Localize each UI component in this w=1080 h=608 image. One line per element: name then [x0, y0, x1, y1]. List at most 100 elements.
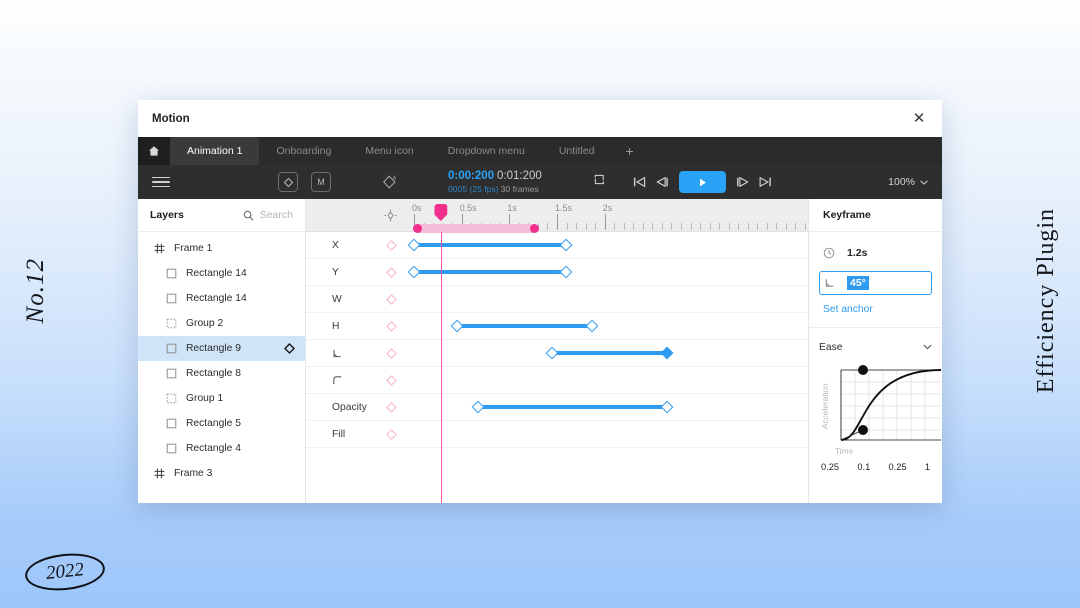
ease-header[interactable]: Ease: [819, 338, 932, 356]
ruler-minor-tick: [728, 223, 730, 230]
keyframe-track[interactable]: [414, 313, 808, 339]
add-keyframe-toggle[interactable]: [386, 293, 397, 305]
keyframe-marker[interactable]: [585, 319, 599, 333]
property-row[interactable]: W: [306, 286, 808, 313]
layer-row[interactable]: Frame 1: [138, 236, 305, 261]
tab-menu-icon[interactable]: Menu icon: [348, 137, 430, 165]
set-anchor-button[interactable]: Set anchor: [819, 304, 932, 315]
property-row[interactable]: Fill: [306, 421, 808, 448]
loop-icon[interactable]: [593, 173, 606, 191]
duration-value: 1.2s: [847, 247, 868, 259]
skip-to-end-icon[interactable]: [759, 176, 772, 188]
property-row[interactable]: [306, 340, 808, 367]
keyframe-track[interactable]: [407, 232, 808, 258]
keyframe-span-bar[interactable]: [477, 405, 667, 409]
tab-dropdown-menu[interactable]: Dropdown menu: [431, 137, 542, 165]
anchor-tag-icon[interactable]: A: [381, 174, 399, 190]
ruler-minor-tick: [585, 223, 587, 230]
play-icon[interactable]: [679, 171, 726, 193]
step-forward-icon[interactable]: [736, 176, 749, 188]
keyframe-track[interactable]: [414, 286, 808, 312]
ruler-track[interactable]: 0s 0.5s 1s 1.5s 2s: [412, 199, 808, 233]
keyframe-track[interactable]: [414, 394, 808, 420]
keyframe-marker[interactable]: [545, 346, 559, 360]
keyframe-marker[interactable]: [660, 346, 674, 360]
add-keyframe-toggle[interactable]: [386, 347, 397, 359]
keyframe-track[interactable]: [414, 367, 808, 393]
tab-onboarding[interactable]: Onboarding: [259, 137, 348, 165]
layer-row[interactable]: Rectangle 14: [138, 261, 305, 286]
keyframe-marker[interactable]: [559, 238, 573, 252]
search-placeholder: Search: [259, 209, 293, 221]
poster-plugin-name: Efficiency Plugin: [1033, 208, 1059, 394]
keyframe-marker[interactable]: [407, 265, 421, 279]
duration-row: 1.2s: [819, 242, 932, 264]
keyframe-span-bar[interactable]: [414, 243, 566, 247]
keyframe-span-bar[interactable]: [552, 351, 667, 355]
skip-to-start-icon[interactable]: [633, 176, 646, 188]
keyframe-marker[interactable]: [660, 400, 674, 414]
keyframe-marker[interactable]: [471, 400, 485, 414]
keyframe-track[interactable]: [414, 421, 808, 447]
search-input[interactable]: Search: [243, 209, 293, 221]
layer-row[interactable]: Rectangle 8: [138, 361, 305, 386]
keyframe-marker[interactable]: [407, 238, 421, 252]
ease-curve-graph[interactable]: Acceleration Time: [819, 362, 942, 456]
layer-row[interactable]: Group 1: [138, 386, 305, 411]
ruler-time-label: 1.5s: [555, 203, 573, 213]
timeline-ruler[interactable]: 0s 0.5s 1s 1.5s 2s: [306, 199, 808, 233]
add-keyframe-toggle[interactable]: [386, 401, 397, 413]
angle-field[interactable]: 45°: [819, 271, 932, 295]
layer-row[interactable]: Rectangle 4: [138, 436, 305, 461]
chevron-down-icon[interactable]: [923, 342, 932, 352]
add-keyframe-toggle[interactable]: [386, 239, 397, 251]
zoom-level-value: 100%: [888, 176, 915, 188]
zoom-level-selector[interactable]: 100%: [888, 176, 928, 188]
tab-untitled[interactable]: Untitled: [542, 137, 612, 165]
motion-app-window: Motion ✕ Animation 1 Onboarding Menu ico…: [138, 100, 942, 503]
add-tab-button[interactable]: +: [611, 137, 647, 165]
keyframe-track[interactable]: [407, 259, 808, 285]
add-keyframe-toggle[interactable]: [386, 320, 397, 332]
playhead-handle[interactable]: [434, 204, 448, 221]
property-row[interactable]: X: [306, 232, 808, 259]
property-row[interactable]: Y: [306, 259, 808, 286]
keyframe-span-bar[interactable]: [456, 324, 593, 328]
close-icon[interactable]: ✕: [908, 108, 930, 130]
ruler-minor-tick: [661, 223, 663, 230]
layer-row[interactable]: Rectangle 5: [138, 411, 305, 436]
keyframe-tool-button[interactable]: [278, 172, 298, 192]
add-keyframe-toggle[interactable]: [386, 266, 397, 278]
keyframe-span-bar[interactable]: [414, 270, 566, 274]
add-keyframe-toggle[interactable]: [386, 428, 397, 440]
keyframe-marker[interactable]: [559, 265, 573, 279]
property-row[interactable]: H: [306, 313, 808, 340]
layer-row[interactable]: Group 2: [138, 311, 305, 336]
playback-toolbar: M A 0:00:200 0:01:200 0005 (25 fps) 30 fra…: [138, 165, 942, 199]
step-back-icon[interactable]: [656, 176, 669, 188]
property-row[interactable]: Opacity: [306, 394, 808, 421]
property-row[interactable]: [306, 367, 808, 394]
hamburger-menu-icon[interactable]: [152, 176, 170, 188]
magic-tool-button[interactable]: M: [311, 172, 331, 192]
keyframe-marker[interactable]: [450, 319, 463, 333]
layer-row[interactable]: Rectangle 14: [138, 286, 305, 311]
layer-label: Rectangle 8: [186, 368, 241, 379]
home-icon[interactable]: [138, 137, 170, 165]
ruler-minor-tick: [757, 223, 759, 230]
layer-keyframe-icon[interactable]: [284, 343, 295, 354]
layer-row[interactable]: Frame 3: [138, 461, 305, 486]
tab-animation-1[interactable]: Animation 1: [170, 137, 260, 165]
ruler-minor-tick: [785, 223, 787, 230]
keyframe-track[interactable]: [414, 340, 808, 366]
current-frame: 0005 (25 fps): [448, 183, 499, 194]
anchor-target-icon[interactable]: [384, 209, 397, 227]
add-keyframe-toggle[interactable]: [386, 374, 397, 386]
ruler-minor-tick: [804, 223, 806, 230]
rectangle-icon: [166, 418, 177, 429]
layers-header: Layers Search: [138, 199, 305, 232]
layer-row[interactable]: Rectangle 9: [138, 336, 305, 361]
ruler-minor-tick: [680, 223, 682, 230]
bezier-x2: 0.25: [888, 462, 907, 472]
ease-curve-svg: [840, 365, 942, 441]
